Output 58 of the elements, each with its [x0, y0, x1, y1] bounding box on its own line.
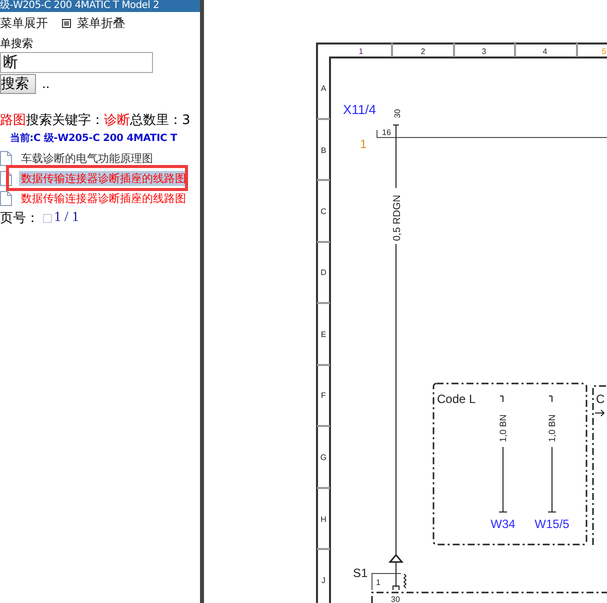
current-model: 当前:C 级-W205-C 200 4MATIC T	[10, 132, 178, 145]
pin-label: 16	[382, 128, 391, 137]
search-button[interactable]: 搜索	[0, 74, 36, 94]
wire-end-icon	[548, 396, 552, 402]
column-label: 5	[602, 47, 606, 56]
column-label: 1	[358, 47, 364, 56]
switch-box	[372, 573, 402, 590]
page-label: 页号：	[0, 210, 39, 227]
row-label: C	[320, 207, 326, 216]
row-label: J	[322, 576, 326, 585]
result-link[interactable]: 车载诊断的电气功能原理图	[19, 150, 155, 166]
resistor-icon	[403, 574, 407, 588]
row-label: H	[320, 515, 326, 524]
ground-label: W34	[490, 517, 516, 531]
expand-menu-button[interactable]: 菜单展开	[0, 15, 48, 32]
row-label: G	[320, 453, 327, 462]
result-link[interactable]: 数据传输连接器诊断插座的线路图	[19, 190, 188, 206]
pin-label: 30	[391, 595, 400, 603]
row-label: D	[320, 268, 326, 277]
wire-label: 0,5 RDGN	[392, 194, 403, 241]
pin-label: 1	[376, 578, 380, 587]
search-field[interactable]: 断	[0, 52, 153, 73]
column-label: 2	[420, 47, 426, 56]
row-label: B	[320, 146, 326, 155]
branch-number: 1	[360, 137, 367, 151]
row-label: E	[320, 330, 326, 339]
checkbox-icon	[43, 214, 52, 222]
page-number: 1 / 1	[43, 210, 79, 226]
collapse-menu-button[interactable]: 菜单折叠	[62, 15, 125, 32]
wire-line	[498, 446, 508, 512]
keyword-text: 路图	[0, 112, 26, 129]
pin-terminal-icon	[392, 562, 400, 590]
result-text: 搜索关键字：	[26, 112, 104, 129]
wire-label: 1,0 BN	[498, 414, 508, 442]
row-label: A	[320, 84, 326, 93]
contact-icon	[388, 554, 404, 563]
option-title: Code L	[437, 392, 476, 406]
ground-label: W15/5	[534, 517, 570, 531]
option-title: C	[596, 392, 605, 406]
panel-title: 级-W205-C 200 4MATIC T Model 2	[0, 0, 160, 11]
arrow-icon	[594, 410, 605, 416]
switch-label: S1	[353, 566, 368, 580]
search-label: 单搜索	[0, 36, 34, 51]
connector-label: X11/4	[343, 102, 376, 117]
keyword-text: 诊断	[104, 112, 130, 129]
row-label: F	[321, 391, 326, 400]
column-label: 4	[542, 47, 548, 56]
wire-end-icon	[500, 396, 504, 402]
pin-terminal-icon	[392, 124, 400, 128]
result-text: 总数里：3	[130, 112, 190, 129]
wire-line	[548, 446, 556, 512]
document-icon	[0, 190, 12, 206]
ellipsis-text: ..	[42, 77, 50, 91]
document-icon	[0, 150, 12, 166]
list-icon	[62, 19, 71, 28]
column-label: 3	[482, 47, 486, 56]
pin-label: 30	[393, 109, 402, 118]
wire-label: 1,0 BN	[547, 414, 557, 442]
